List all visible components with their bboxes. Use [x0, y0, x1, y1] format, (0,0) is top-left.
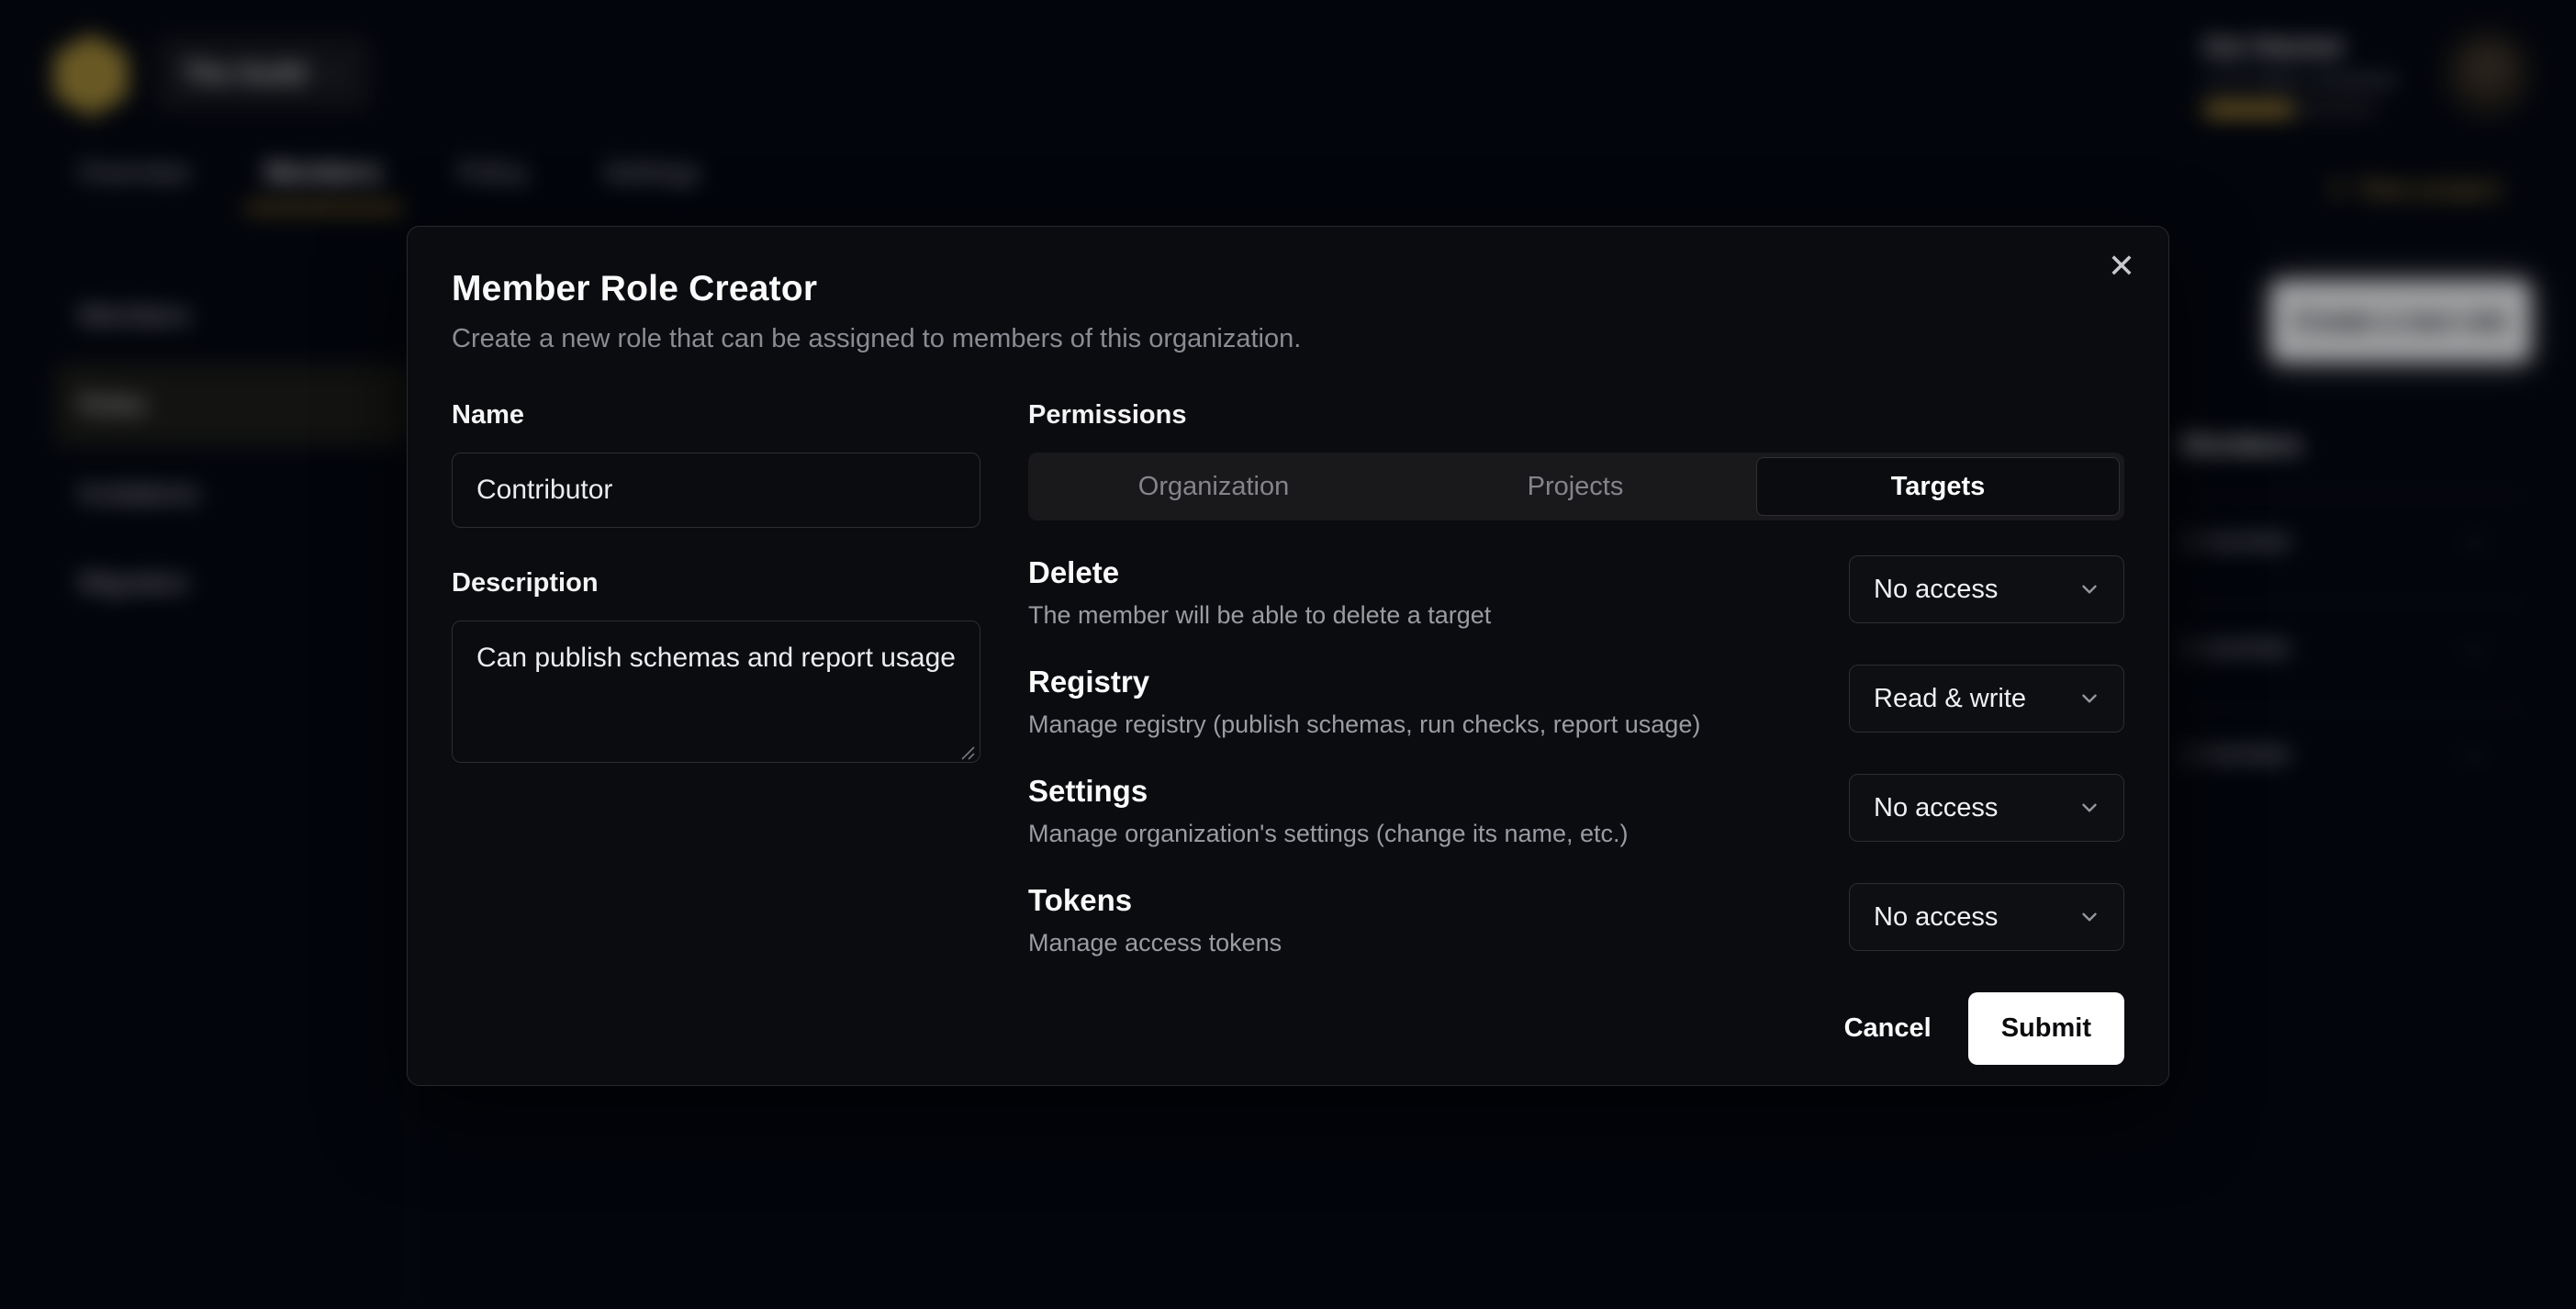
dialog-subtitle: Create a new role that can be assigned t… [452, 324, 2124, 354]
permission-row-settings: Settings Manage organization's settings … [1028, 774, 2124, 848]
chevron-down-icon [2078, 687, 2101, 710]
chevron-down-icon [2078, 905, 2101, 929]
permission-row-registry: Registry Manage registry (publish schema… [1028, 665, 2124, 739]
dialog-title: Member Role Creator [452, 269, 2124, 309]
submit-button[interactable]: Submit [1968, 992, 2124, 1065]
permission-title: Settings [1028, 774, 1629, 809]
role-name-input[interactable] [452, 453, 980, 528]
permission-description: Manage registry (publish schemas, run ch… [1028, 710, 1700, 739]
name-label: Name [452, 400, 980, 431]
app-screen: The Guild Get Started 2 of 4 tasks compl… [0, 0, 2576, 1309]
permissions-label: Permissions [1028, 400, 2124, 431]
permission-row-delete: Delete The member will be able to delete… [1028, 555, 2124, 630]
permissions-column: Permissions Organization Projects Target… [1028, 400, 2124, 1065]
tokens-access-select[interactable]: No access [1849, 883, 2124, 951]
tab-targets[interactable]: Targets [1756, 457, 2120, 516]
permission-title: Tokens [1028, 883, 1282, 918]
permission-scope-tabs: Organization Projects Targets [1028, 453, 2124, 520]
chevron-down-icon [2078, 577, 2101, 601]
permission-rows: Delete The member will be able to delete… [1028, 555, 2124, 957]
description-label: Description [452, 568, 980, 599]
registry-access-select[interactable]: Read & write [1849, 665, 2124, 733]
permission-title: Delete [1028, 555, 1491, 590]
dialog-footer: Cancel Submit [1028, 992, 2124, 1065]
permission-row-tokens: Tokens Manage access tokens No access [1028, 883, 2124, 957]
select-value: No access [1874, 793, 1998, 823]
permission-description: The member will be able to delete a targ… [1028, 601, 1491, 630]
role-identity-column: Name Description [452, 400, 980, 1065]
role-description-textarea[interactable] [452, 621, 980, 763]
chevron-down-icon [2078, 796, 2101, 820]
cancel-button[interactable]: Cancel [1817, 992, 1959, 1065]
permission-description: Manage access tokens [1028, 929, 1282, 957]
permission-title: Registry [1028, 665, 1700, 699]
select-value: No access [1874, 575, 1998, 605]
tab-organization[interactable]: Organization [1033, 457, 1394, 516]
member-role-creator-dialog: ✕ Member Role Creator Create a new role … [407, 226, 2169, 1086]
select-value: Read & write [1874, 684, 2026, 714]
resize-handle-icon[interactable] [958, 744, 975, 760]
close-icon[interactable]: ✕ [2108, 251, 2135, 284]
settings-access-select[interactable]: No access [1849, 774, 2124, 842]
permission-description: Manage organization's settings (change i… [1028, 820, 1629, 848]
tab-projects[interactable]: Projects [1394, 457, 1756, 516]
select-value: No access [1874, 902, 1998, 933]
delete-access-select[interactable]: No access [1849, 555, 2124, 623]
